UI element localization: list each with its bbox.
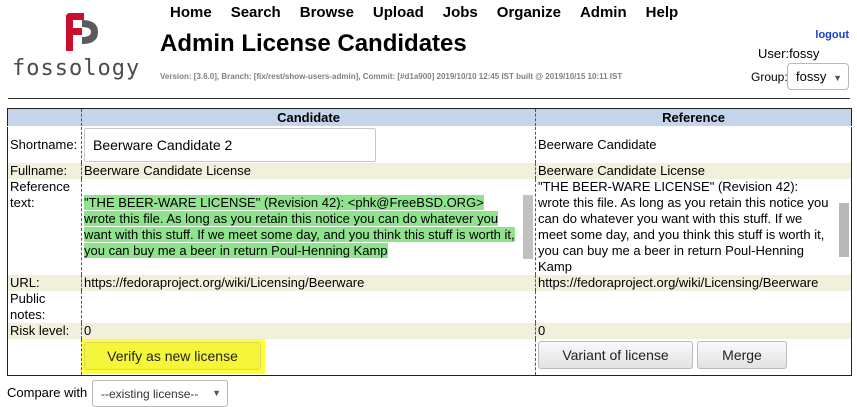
chevron-down-icon: ▼ — [833, 73, 842, 83]
compare-select-value: --existing license-- — [101, 387, 199, 401]
row-label-reference-text: Reference text: — [7, 178, 82, 275]
row-label-notes-line2: notes: — [10, 306, 46, 322]
row-label-notes-line1: Public — [10, 290, 46, 306]
user-name: fossy — [789, 46, 820, 61]
compare-label: Compare with — [7, 385, 88, 400]
verify-new-license-button[interactable]: Verify as new license — [84, 341, 261, 370]
table-row-public-notes: Public notes: — [7, 290, 852, 323]
nav-upload[interactable]: Upload — [373, 4, 424, 24]
candidate-reference-text: "THE BEER-WARE LICENSE" (Revision 42): <… — [84, 194, 515, 258]
cell-reference-public-notes — [535, 290, 852, 323]
table-row-reference-text: Reference text: "THE BEER-WARE LICENSE" … — [7, 178, 852, 275]
cell-reference-url: https://fedoraproject.org/wiki/Licensing… — [535, 274, 852, 291]
cell-candidate-shortname — [81, 126, 536, 163]
cell-candidate-risk-level: 0 — [81, 322, 536, 339]
cell-candidate-fullname: Beerware Candidate License — [81, 162, 536, 179]
row-label-reftext-line2: text: — [10, 194, 35, 210]
nav-browse[interactable]: Browse — [300, 4, 354, 24]
row-label-public-notes: Public notes: — [7, 290, 82, 323]
variant-of-license-button[interactable]: Variant of license — [538, 340, 693, 369]
merge-button[interactable]: Merge — [697, 340, 787, 369]
version-info: Version: [3.6.0], Branch: [fix/rest/show… — [160, 72, 623, 81]
header-reference: Reference — [535, 108, 852, 127]
group-label: Group: — [751, 70, 788, 84]
row-label-url: URL: — [7, 274, 82, 291]
verify-button-highlight: Verify as new license — [82, 338, 265, 374]
cell-candidate-public-notes — [81, 290, 536, 323]
cell-candidate-reference-text[interactable]: "THE BEER-WARE LICENSE" (Revision 42): <… — [81, 178, 536, 275]
license-comparison-table: Candidate Reference Shortname: Beerware … — [7, 108, 852, 376]
logo-wordmark: fossology — [12, 56, 141, 81]
table-row-url: URL: https://fedoraproject.org/wiki/Lice… — [7, 274, 852, 291]
row-label-reftext-line1: Reference — [10, 178, 70, 194]
row-label-fullname: Fullname: — [7, 162, 82, 179]
page-title: Admin License Candidates — [160, 30, 467, 57]
candidate-text-scrollbar[interactable] — [523, 194, 533, 259]
reference-text-scrollbar[interactable] — [839, 202, 849, 257]
cell-reference-shortname: Beerware Candidate — [535, 126, 852, 163]
table-row-actions: Verify as new license Variant of license… — [7, 338, 852, 375]
group-select-value: fossy — [796, 69, 827, 84]
shortname-input[interactable] — [84, 128, 376, 162]
nav-organize[interactable]: Organize — [497, 4, 561, 24]
compare-license-select[interactable]: --existing license-- ▼ — [92, 380, 228, 407]
cell-reference-fullname: Beerware Candidate License — [535, 162, 852, 179]
row-label-risk-level: Risk level: — [7, 322, 82, 339]
cell-reference-risk-level: 0 — [535, 322, 852, 339]
row-label-shortname: Shortname: — [7, 126, 82, 163]
group-select[interactable]: fossy ▼ — [787, 63, 849, 90]
fossology-logo-icon — [66, 13, 98, 51]
header-empty — [7, 108, 82, 127]
user-info: User:fossy — [758, 46, 819, 61]
reference-reference-text: "THE BEER-WARE LICENSE" (Revision 42): w… — [538, 178, 829, 274]
header-candidate: Candidate — [81, 108, 536, 127]
cell-candidate-url: https://fedoraproject.org/wiki/Licensing… — [81, 274, 536, 291]
user-label: User: — [758, 46, 790, 61]
nav-help[interactable]: Help — [646, 4, 679, 24]
main-nav: Home Search Browse Upload Jobs Organize … — [170, 4, 697, 24]
cell-reference-actions: Variant of license Merge — [535, 338, 852, 375]
fossology-logo[interactable]: fossology — [10, 8, 155, 88]
cell-candidate-actions: Verify as new license — [81, 338, 536, 375]
table-row-risk-level: Risk level: 0 0 — [7, 322, 852, 339]
header-divider — [8, 98, 850, 99]
nav-jobs[interactable]: Jobs — [443, 4, 478, 24]
nav-admin[interactable]: Admin — [580, 4, 627, 24]
table-row-fullname: Fullname: Beerware Candidate License Bee… — [7, 162, 852, 179]
nav-home[interactable]: Home — [170, 4, 212, 24]
table-row-shortname: Shortname: Beerware Candidate — [7, 126, 852, 163]
cell-reference-reference-text[interactable]: "THE BEER-WARE LICENSE" (Revision 42): w… — [535, 178, 852, 275]
nav-search[interactable]: Search — [231, 4, 281, 24]
actions-empty-cell — [7, 338, 82, 375]
logout-link[interactable]: logout — [815, 29, 849, 41]
chevron-down-icon: ▼ — [212, 388, 221, 398]
